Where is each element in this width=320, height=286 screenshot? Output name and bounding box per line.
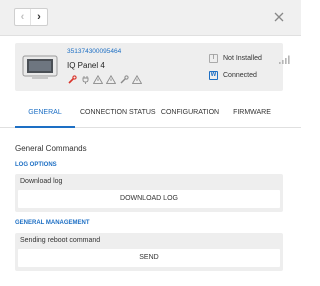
top-bar: ‹ › [0,0,301,36]
general-management-heading: GENERAL MANAGEMENT [15,220,90,226]
active-tab-indicator [15,126,75,128]
download-log-button[interactable]: DOWNLOAD LOG [18,190,280,208]
tab-general[interactable]: GENERAL [15,109,75,116]
log-options-heading: LOG OPTIONS [15,162,57,168]
panel-device-image [22,54,58,80]
wrench-icon [67,74,77,84]
reboot-command-label: Sending reboot command [20,237,101,244]
section-title: General Commands [15,144,87,153]
device-name: IQ Panel 4 [67,61,105,70]
power-plug-icon [80,74,90,84]
tab-firmware[interactable]: FIRMWARE [230,109,274,116]
warning-icon [132,74,142,84]
wrench-icon [119,74,129,84]
download-log-label: Download log [20,178,63,185]
tab-bar: GENERAL CONNECTION STATUS CONFIGURATION … [0,100,301,128]
tab-connection-status[interactable]: CONNECTION STATUS [80,109,156,116]
warning-icon [93,74,103,84]
send-button[interactable]: SEND [18,249,280,267]
signal-bars-icon [279,55,290,66]
device-serial[interactable]: 351374300095464 [67,48,121,55]
install-status: I Not Installed [209,54,262,63]
navigation-arrows: ‹ › [14,8,48,26]
tab-configuration[interactable]: CONFIGURATION [160,109,220,116]
connection-status: W Connected [209,71,257,80]
install-status-badge: I [209,54,218,63]
close-icon[interactable] [273,11,285,23]
connection-status-badge: W [209,71,218,80]
connection-status-label: Connected [223,72,257,79]
device-status-icons [67,74,142,84]
device-card: 351374300095464 IQ Panel 4 I Not Install… [15,43,290,91]
chevron-left-icon[interactable]: ‹ [15,9,31,25]
reboot-command-panel: Sending reboot command SEND [15,233,283,271]
download-log-panel: Download log DOWNLOAD LOG [15,174,283,212]
install-status-label: Not Installed [223,55,262,62]
chevron-right-icon[interactable]: › [31,9,47,25]
warning-icon [106,74,116,84]
